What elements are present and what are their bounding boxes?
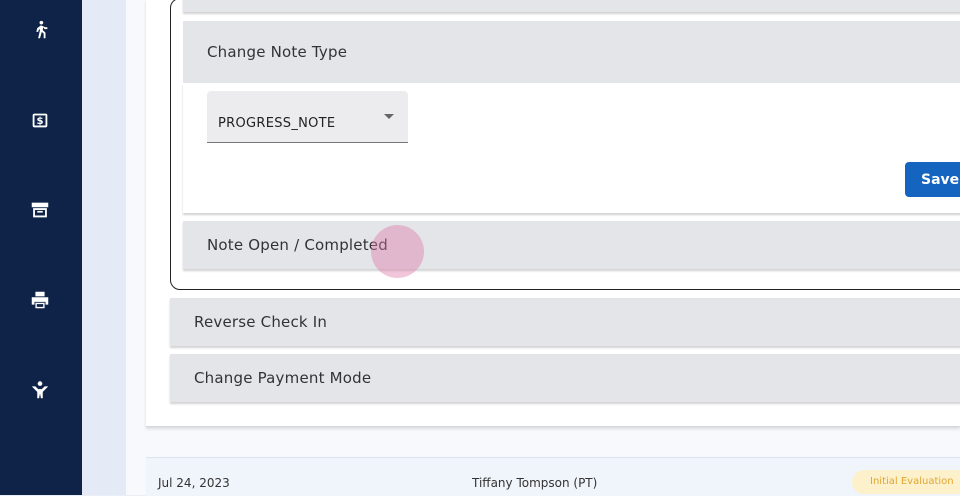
chevron-down-icon [384, 114, 394, 119]
person-support-icon[interactable] [29, 379, 51, 401]
accordion-note-open-completed[interactable]: Note Open / Completed [183, 221, 960, 269]
visit-row[interactable]: Jul 24, 2023 Tiffany Tompson (PT) Initia… [146, 457, 960, 496]
click-indicator [371, 225, 424, 278]
note-type-select[interactable]: PROGRESS_NOTE [207, 91, 408, 143]
sidebar-gutter [82, 0, 126, 495]
accordion-title: Reverse Check In [194, 313, 328, 331]
save-button[interactable]: Save [905, 162, 960, 197]
visit-type-badge: Initial Evaluation [852, 470, 960, 494]
walking-person-icon[interactable] [29, 19, 51, 41]
dollar-box-icon[interactable]: $ [29, 109, 51, 131]
accordion-title: Note Open / Completed [207, 236, 388, 254]
accordion-change-note-type[interactable]: Change Note Type [183, 21, 960, 83]
printer-icon[interactable] [29, 289, 51, 311]
accordion-reverse-check-in[interactable]: Reverse Check In [170, 298, 960, 346]
sidebar: $ [0, 0, 82, 495]
accordion-change-payment-mode[interactable]: Change Payment Mode [170, 354, 960, 402]
note-type-select-value: PROGRESS_NOTE [218, 116, 336, 131]
archive-icon[interactable] [29, 199, 51, 221]
accordion-title: Change Note Type [207, 43, 348, 61]
visit-date: Jul 24, 2023 [158, 476, 230, 490]
visit-provider: Tiffany Tompson (PT) [472, 476, 598, 490]
accordion-previous[interactable] [183, 0, 960, 12]
accordion-title: Change Payment Mode [194, 369, 372, 387]
svg-text:$: $ [36, 116, 43, 127]
